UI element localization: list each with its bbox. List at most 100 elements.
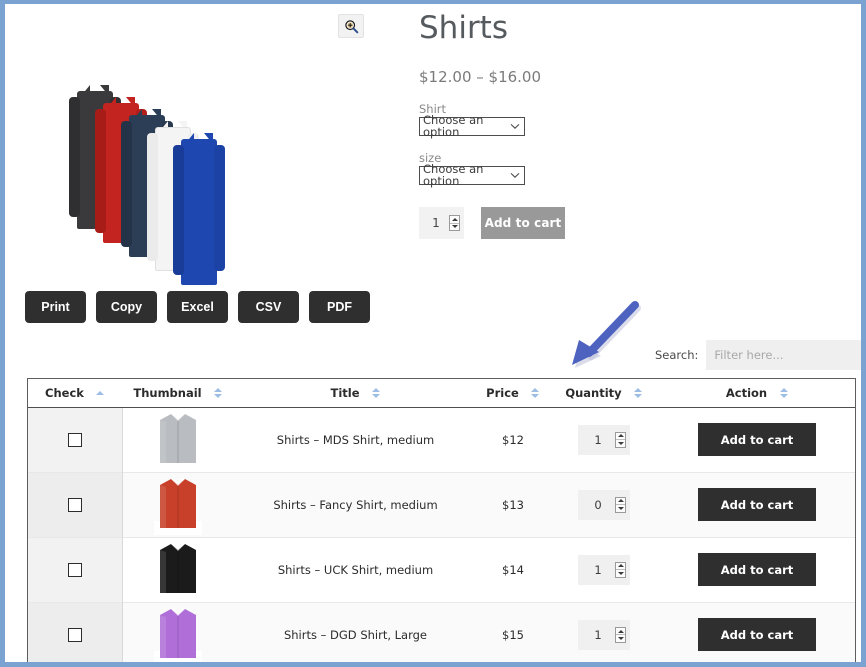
- cell-check: [28, 536, 123, 602]
- column-header-price[interactable]: Price: [477, 379, 549, 408]
- product-image[interactable]: [69, 49, 269, 285]
- product-title-text: Shirts – Fancy Shirt, medium: [273, 497, 438, 512]
- attribute-select-shirt[interactable]: Choose an option: [419, 114, 525, 137]
- quantity-decrement-icon[interactable]: [450, 222, 459, 231]
- cell-quantity: 1: [549, 407, 659, 472]
- row-add-to-cart-button[interactable]: Add to cart: [698, 488, 816, 521]
- product-gallery: [19, 4, 409, 285]
- column-header-action[interactable]: Action: [659, 379, 855, 408]
- table-row: Shirts – Fancy Shirt, medium $13 0 Add to c…: [28, 471, 855, 537]
- table-row: Shirts – MDS Shirt, medium $12 1 Add to car…: [28, 407, 855, 472]
- row-quantity-value: 1: [594, 432, 602, 447]
- cell-action: Add to cart: [659, 407, 855, 472]
- row-checkbox[interactable]: [67, 562, 82, 577]
- table-row: Shirts – DGD Shirt, Large $15 1 Add to cart: [28, 601, 855, 662]
- row-quantity-spinner[interactable]: [615, 626, 626, 643]
- row-add-to-cart-button[interactable]: Add to cart: [698, 423, 816, 456]
- row-checkbox[interactable]: [67, 628, 82, 642]
- column-header-title[interactable]: Title: [234, 379, 477, 408]
- column-header-quantity[interactable]: Quantity: [549, 379, 659, 408]
- row-quantity-decrement-icon[interactable]: [616, 569, 625, 577]
- row-quantity-decrement-icon[interactable]: [616, 634, 625, 642]
- row-checkbox[interactable]: [67, 497, 82, 512]
- row-quantity-decrement-icon[interactable]: [616, 439, 625, 447]
- search-input[interactable]: [706, 340, 861, 370]
- product-price-text: $13: [502, 497, 524, 512]
- quantity-value: 1: [432, 216, 440, 230]
- sort-ascending-icon[interactable]: [96, 390, 105, 395]
- product-info-panel: Shirts $12.00 – $16.00 Shirt Choose an o…: [409, 4, 861, 276]
- pointer-arrow-annotation: [561, 301, 647, 373]
- copy-button[interactable]: Copy: [96, 291, 157, 323]
- gray-shirt-thumbnail[interactable]: [154, 413, 203, 470]
- cell-check: [28, 471, 123, 537]
- cell-title: Shirts – DGD Shirt, Large: [234, 601, 477, 662]
- row-add-to-cart-button[interactable]: Add to cart: [698, 618, 816, 652]
- sort-toggle-icon[interactable]: [634, 387, 643, 398]
- attribute-select-size-value: Choose an option: [423, 162, 484, 188]
- attribute-select-size[interactable]: Choose an option: [419, 162, 525, 188]
- purple-shirt-thumbnail[interactable]: [154, 608, 203, 662]
- column-header-thumbnail-label: Thumbnail: [133, 385, 202, 400]
- export-button-group: Print Copy Excel CSV PDF: [25, 291, 370, 323]
- cell-quantity: 1: [549, 601, 659, 662]
- csv-button[interactable]: CSV: [238, 291, 299, 323]
- product-table: Check Thumbnail Title Price Quantity Act…: [27, 378, 856, 662]
- row-quantity-spinner[interactable]: [615, 561, 626, 578]
- page-canvas: Shirts $12.00 – $16.00 Shirt Choose an o…: [5, 4, 861, 662]
- row-quantity-stepper[interactable]: 1: [578, 554, 630, 585]
- magnify-plus-icon[interactable]: [338, 14, 364, 38]
- cell-price: $12: [477, 407, 549, 472]
- cell-price: $13: [477, 471, 549, 537]
- product-title-text: Shirts – DGD Shirt, Large: [283, 627, 428, 642]
- sort-toggle-icon[interactable]: [531, 387, 540, 398]
- quantity-stepper[interactable]: 1: [419, 207, 464, 239]
- add-to-cart-button[interactable]: Add to cart: [481, 207, 565, 239]
- column-header-check-label: Check: [45, 385, 84, 400]
- cell-check: [28, 407, 123, 472]
- cell-thumbnail: [122, 601, 234, 662]
- pdf-button[interactable]: PDF: [309, 291, 370, 323]
- table-row: Shirts – UCK Shirt, medium $14 1 Add to car…: [28, 536, 855, 602]
- column-header-thumbnail[interactable]: Thumbnail: [122, 379, 234, 408]
- red-floral-shirt-thumbnail[interactable]: [154, 478, 203, 535]
- cell-action: Add to cart: [659, 601, 855, 662]
- row-quantity-value: 0: [594, 497, 602, 512]
- row-quantity-stepper[interactable]: 1: [578, 619, 630, 650]
- print-button[interactable]: Print: [25, 291, 86, 323]
- product-price-range: $12.00 – $16.00: [419, 68, 542, 86]
- product-title-text: Shirts – MDS Shirt, medium: [276, 432, 435, 447]
- browser-window-frame: Shirts $12.00 – $16.00 Shirt Choose an o…: [0, 0, 866, 667]
- quantity-spinner[interactable]: [449, 215, 460, 231]
- cell-title: Shirts – UCK Shirt, medium: [234, 536, 477, 602]
- column-header-quantity-label: Quantity: [565, 385, 622, 400]
- row-quantity-spinner[interactable]: [615, 496, 626, 513]
- cell-price: $14: [477, 536, 549, 602]
- sort-toggle-icon[interactable]: [214, 387, 223, 398]
- black-white-shirt-thumbnail[interactable]: [154, 543, 203, 600]
- row-quantity-decrement-icon[interactable]: [616, 504, 625, 512]
- product-price-text: $12: [502, 432, 524, 447]
- product-detail-section: Shirts $12.00 – $16.00 Shirt Choose an o…: [5, 4, 861, 285]
- sort-toggle-icon[interactable]: [779, 387, 788, 398]
- excel-button[interactable]: Excel: [167, 291, 228, 323]
- cell-quantity: 1: [549, 536, 659, 602]
- cell-action: Add to cart: [659, 471, 855, 537]
- page-title: Shirts: [419, 10, 508, 46]
- product-price-text: $14: [502, 562, 524, 577]
- column-header-price-label: Price: [486, 385, 519, 400]
- row-quantity-stepper[interactable]: 1: [578, 424, 630, 455]
- row-add-to-cart-button[interactable]: Add to cart: [698, 553, 816, 586]
- cell-thumbnail: [122, 536, 234, 602]
- cell-title: Shirts – MDS Shirt, medium: [234, 407, 477, 472]
- sort-toggle-icon[interactable]: [372, 387, 381, 398]
- cell-action: Add to cart: [659, 536, 855, 602]
- cell-thumbnail: [122, 471, 234, 537]
- cell-quantity: 0: [549, 471, 659, 537]
- row-checkbox[interactable]: [67, 432, 82, 447]
- cell-check: [28, 601, 123, 662]
- column-header-check[interactable]: Check: [28, 379, 122, 408]
- row-quantity-spinner[interactable]: [615, 431, 626, 448]
- row-quantity-value: 1: [594, 627, 602, 642]
- row-quantity-stepper[interactable]: 0: [578, 489, 630, 520]
